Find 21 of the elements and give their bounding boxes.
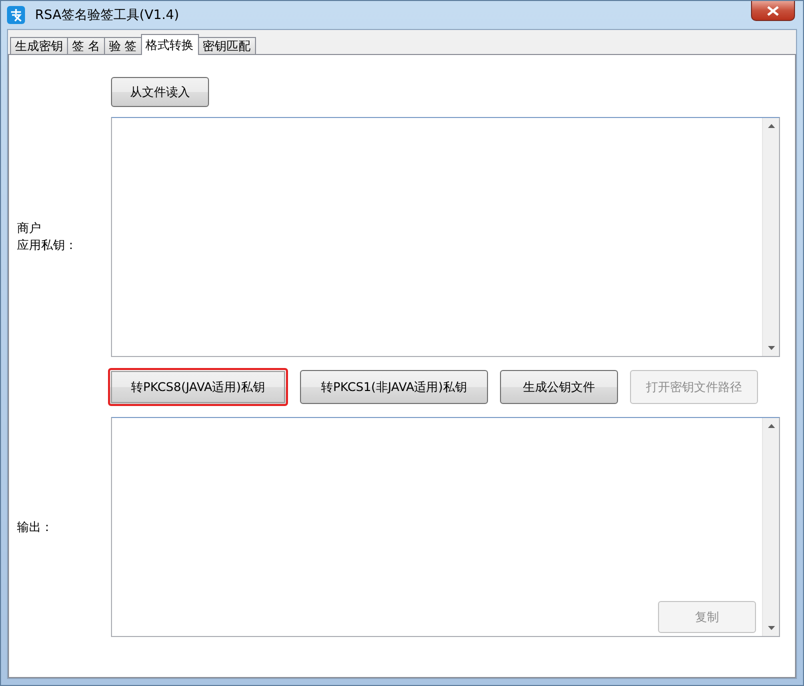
- action-button[interactable]: 转PKCS8(JAVA适用)私钥: [108, 368, 288, 406]
- scrollbar[interactable]: [762, 418, 779, 636]
- window-title: RSA签名验签工具(V1.4): [35, 7, 180, 24]
- tab[interactable]: 签 名: [67, 37, 105, 55]
- tab[interactable]: 验 签: [104, 37, 142, 55]
- tab[interactable]: 生成密钥: [10, 37, 68, 55]
- close-icon: [767, 6, 779, 16]
- scrollbar[interactable]: [762, 118, 779, 356]
- action-button[interactable]: 转PKCS1(非JAVA适用)私钥: [300, 370, 488, 404]
- close-button[interactable]: [751, 1, 795, 21]
- app-logo-icon: [7, 6, 25, 24]
- load-file-button[interactable]: 从文件读入: [111, 77, 209, 107]
- scroll-down-icon[interactable]: [768, 346, 774, 350]
- field-label: 输出：: [16, 518, 53, 536]
- scroll-up-icon[interactable]: [768, 424, 774, 428]
- tab[interactable]: 格式转换: [140, 34, 199, 55]
- tab[interactable]: 密钥匹配: [198, 37, 256, 55]
- scroll-up-icon[interactable]: [768, 124, 774, 128]
- field-label: 商户 应用私钥：: [16, 220, 77, 254]
- scroll-down-icon[interactable]: [768, 626, 774, 630]
- action-button[interactable]: 生成公钥文件: [500, 370, 618, 404]
